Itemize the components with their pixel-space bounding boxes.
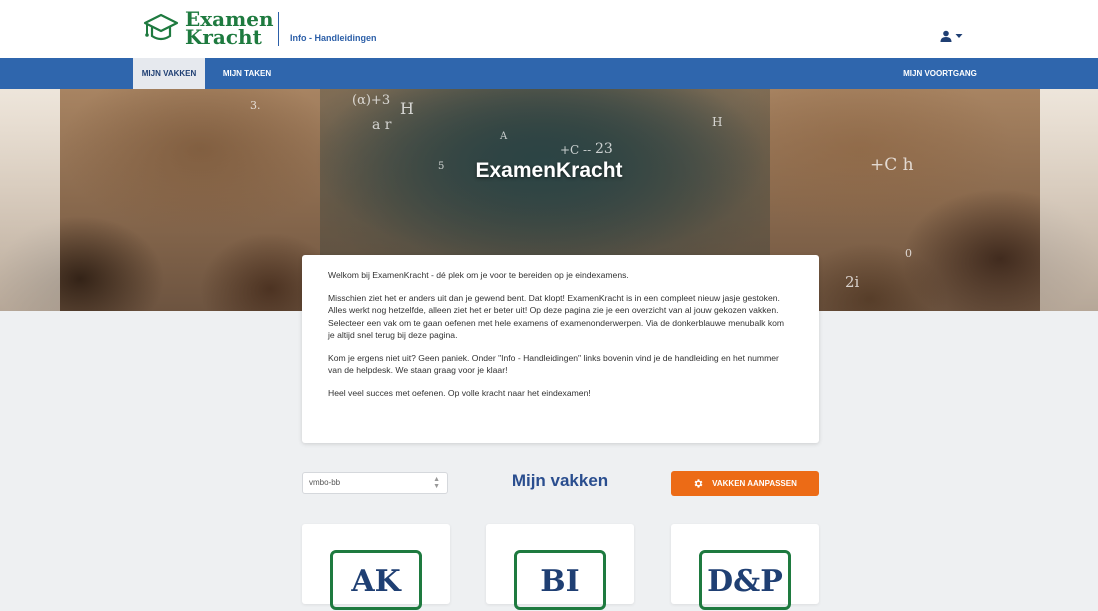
info-handleidingen-link[interactable]: Info - Handleidingen [290, 33, 377, 43]
logo-text-kracht: Kracht [185, 25, 262, 49]
subject-tile-dp[interactable]: D&P [671, 524, 819, 610]
welcome-paragraph: Kom je ergens niet uit? Geen paniek. Ond… [328, 353, 779, 376]
welcome-card: Welkom bij ExamenKracht - dé plek om je … [302, 255, 819, 443]
user-menu-button[interactable] [940, 30, 963, 42]
nav-tab-mijn-taken[interactable]: MIJN TAKEN [213, 58, 281, 89]
section-title: Mijn vakken [511, 471, 609, 490]
welcome-paragraph: Heel veel succes met oefenen. Op volle k… [328, 388, 591, 399]
top-header: Examen Kracht Info - Handleidingen [0, 0, 1098, 58]
vakken-aanpassen-button[interactable]: VAKKEN AANPASSEN [671, 471, 819, 496]
level-select[interactable]: vmbo-bb ▲ ▼ [302, 472, 448, 494]
subject-tile-bi[interactable]: BI [486, 524, 634, 610]
nav-tab-mijn-vakken[interactable]: MIJN VAKKEN [133, 58, 205, 89]
subject-badge: D&P [699, 550, 791, 610]
subject-tile-ak[interactable]: AK [302, 524, 450, 610]
nav-tab-mijn-voortgang[interactable]: MIJN VOORTGANG [895, 58, 985, 89]
vakken-aanpassen-label: VAKKEN AANPASSEN [712, 479, 797, 488]
gear-icon [694, 479, 703, 488]
caret-down-icon [955, 34, 963, 38]
graduation-cap-icon [143, 13, 179, 41]
welcome-paragraph: Welkom bij ExamenKracht - dé plek om je … [328, 270, 629, 280]
welcome-paragraph: Misschien ziet het er anders uit dan je … [328, 293, 785, 340]
level-select-value: vmbo-bb [309, 478, 341, 487]
hero-window-right [1040, 89, 1098, 311]
user-icon [940, 30, 952, 42]
hero-window-left [0, 89, 60, 311]
subject-badge: BI [514, 550, 606, 610]
main-nav: MIJN VAKKEN MIJN TAKEN MIJN VOORTGANG [0, 58, 1098, 89]
header-divider [278, 12, 279, 46]
hero-title: ExamenKracht [475, 159, 623, 182]
examenkracht-logo[interactable]: Examen Kracht [143, 9, 274, 49]
select-arrows-icon: ▲ ▼ [433, 476, 440, 490]
subject-badge: AK [330, 550, 422, 610]
